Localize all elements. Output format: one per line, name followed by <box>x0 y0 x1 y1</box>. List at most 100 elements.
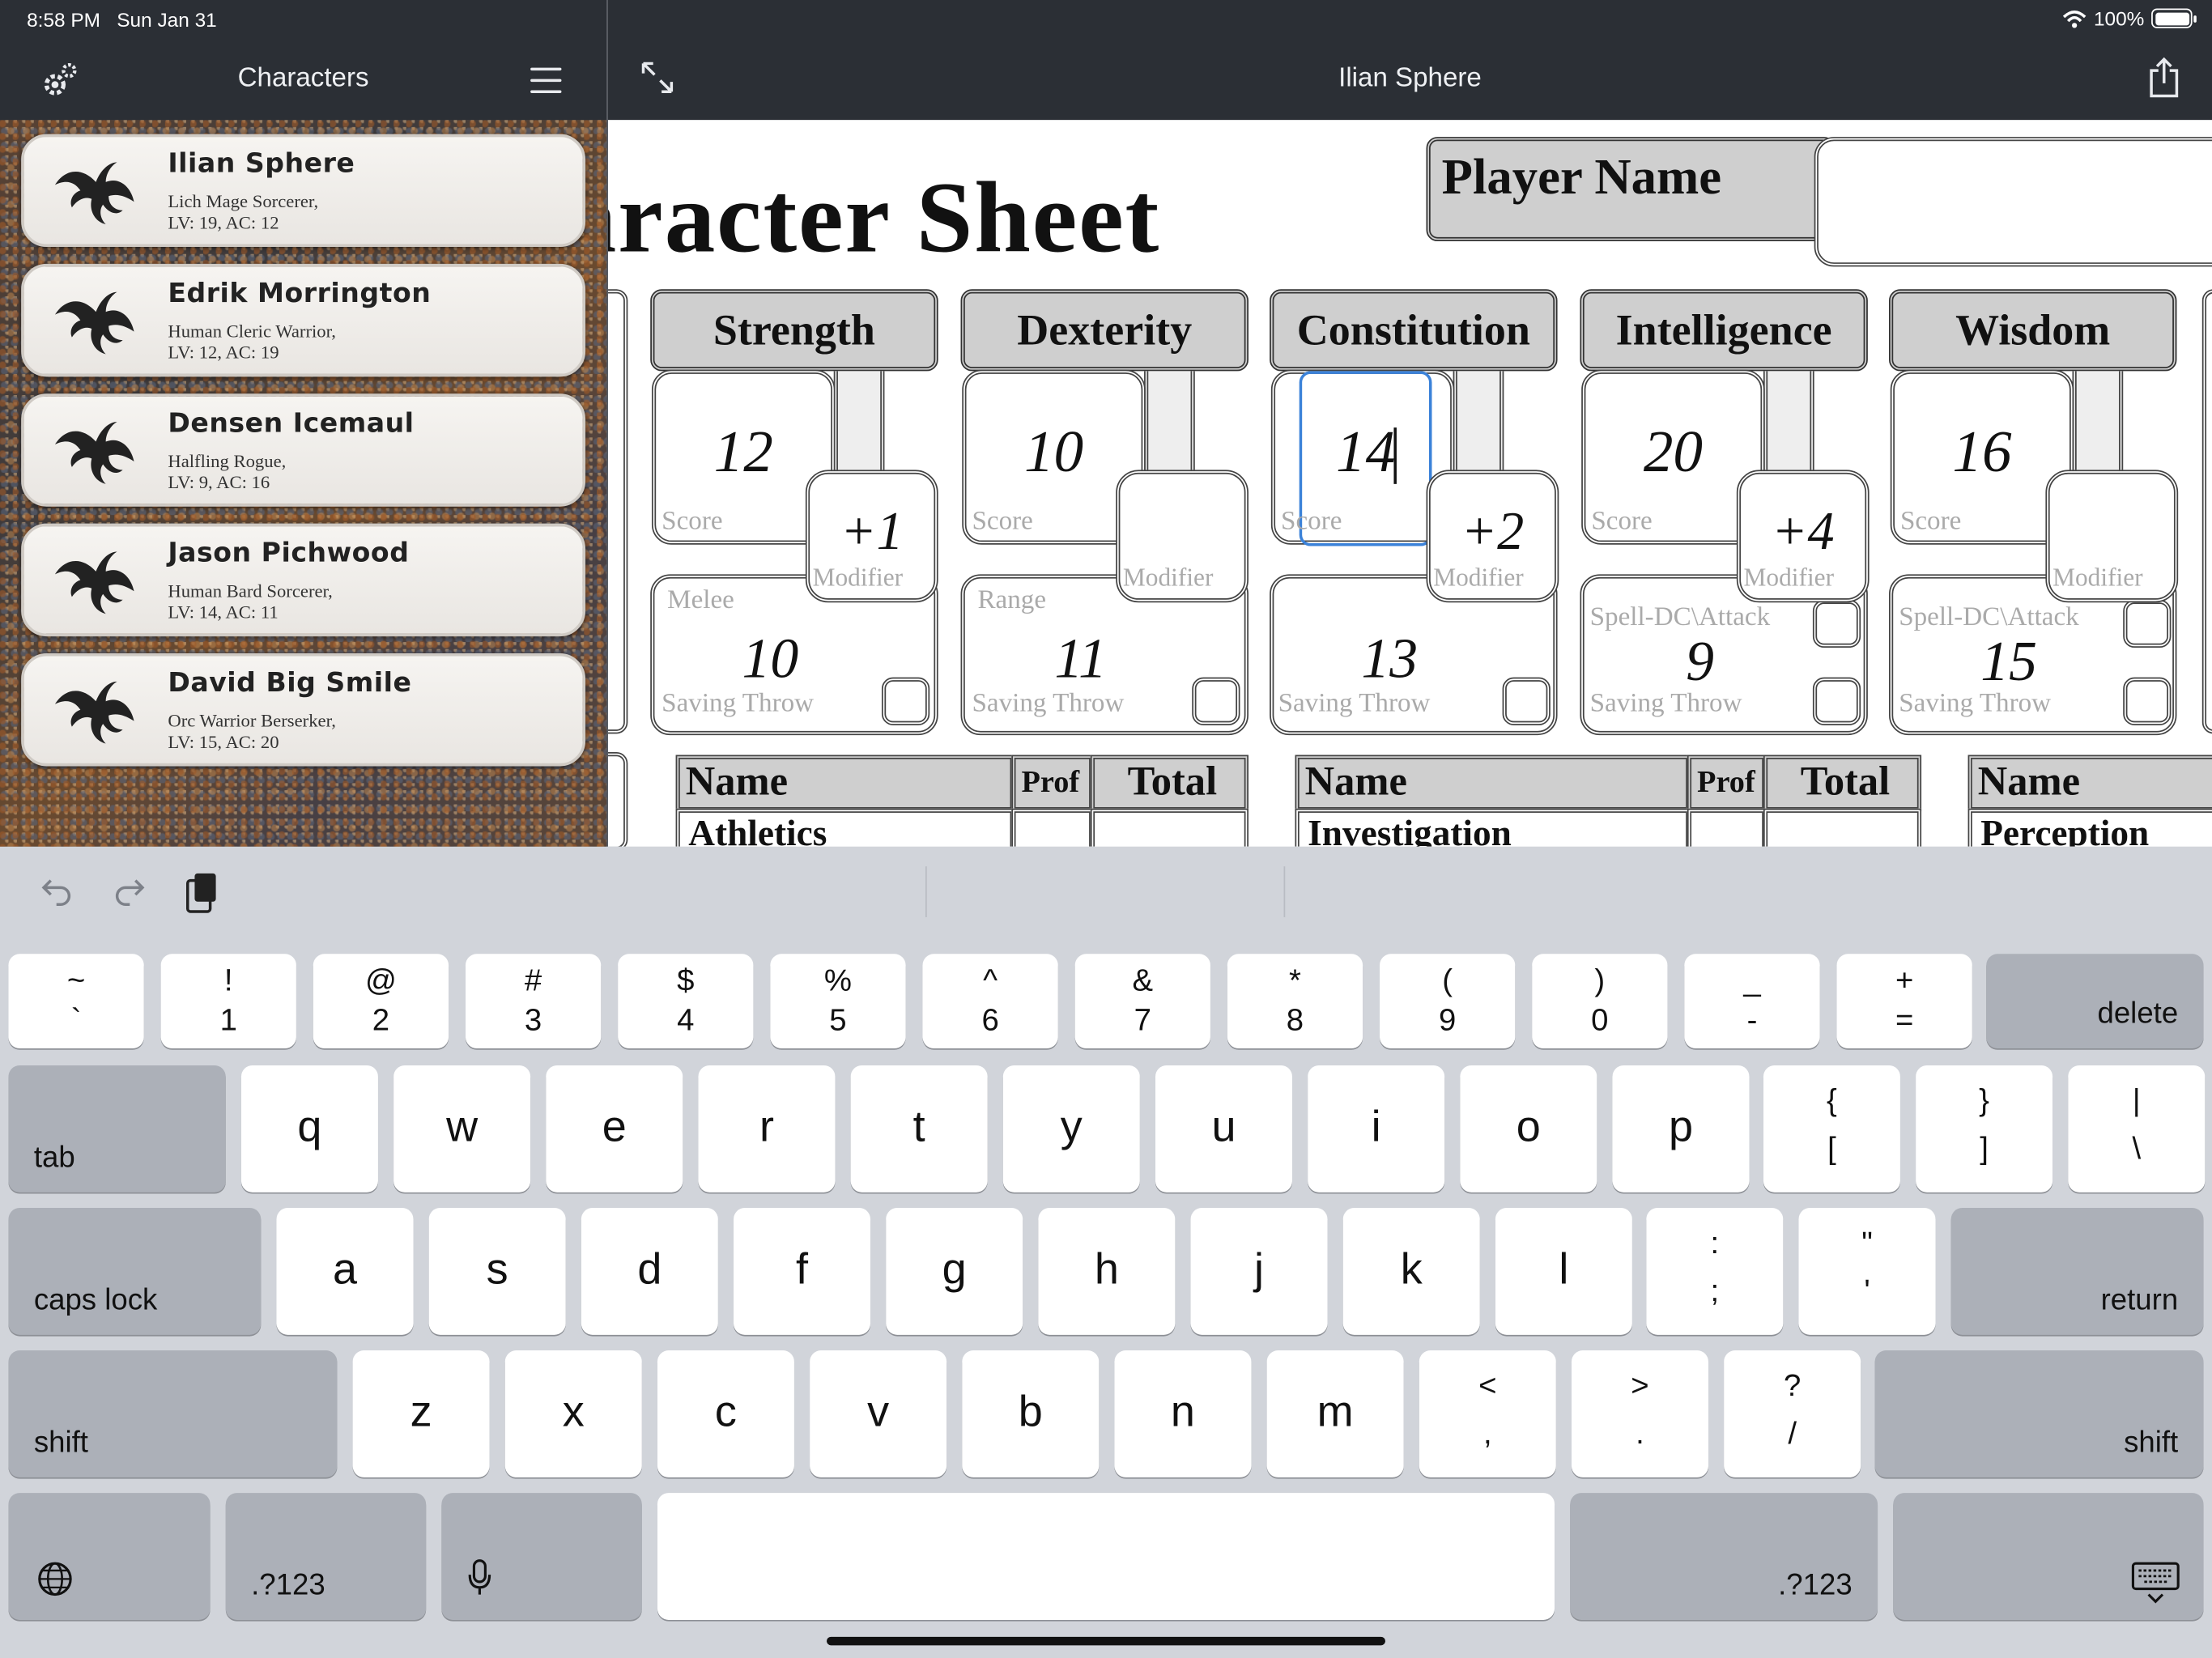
key-f[interactable]: f <box>734 1207 871 1335</box>
skill-total-cell[interactable] <box>1090 808 1249 847</box>
key-d[interactable]: d <box>581 1207 718 1335</box>
proficiency-checkbox[interactable] <box>1192 677 1240 725</box>
skill-prof-cell[interactable] <box>1011 808 1094 847</box>
character-card-ilian-sphere[interactable]: Ilian Sphere Lich Mage Sorcerer, LV: 19, … <box>21 134 586 248</box>
key-top-label: | <box>2132 1082 2141 1118</box>
character-card-jason-pichwood[interactable]: Jason Pichwood Human Bard Sorcerer, LV: 1… <box>21 523 586 637</box>
key-label: c <box>714 1386 737 1436</box>
numbers-key-right[interactable]: .?123 <box>1570 1493 1878 1620</box>
key-x[interactable]: x <box>504 1350 642 1477</box>
redo-icon[interactable] <box>113 875 147 909</box>
key-i[interactable]: i <box>1308 1065 1445 1192</box>
tab-key[interactable]: tab <box>8 1065 226 1192</box>
key-y[interactable]: y <box>1002 1065 1140 1192</box>
key-j[interactable]: j <box>1190 1207 1328 1335</box>
share-icon[interactable] <box>2147 57 2181 99</box>
globe-key[interactable] <box>8 1493 211 1620</box>
key-p[interactable]: p <box>1612 1065 1750 1192</box>
key-label: p <box>1668 1101 1694 1151</box>
key-label: h <box>1094 1244 1119 1294</box>
dragon-icon <box>54 681 134 744</box>
key-c[interactable]: c <box>657 1350 794 1477</box>
spell-checkbox[interactable] <box>2123 599 2172 648</box>
key-2-row1[interactable]: @2 <box>313 954 449 1049</box>
key-sym-row2-2[interactable]: | \ <box>2068 1065 2206 1192</box>
key-bottom-label: - <box>1746 1001 1758 1038</box>
key-sym-row2-1[interactable]: }] <box>1916 1065 2053 1192</box>
skill-name-cell[interactable]: Investigation <box>1295 808 1691 847</box>
return-key[interactable]: return <box>1950 1207 2204 1335</box>
key-top-label: ^ <box>983 962 998 998</box>
character-card-david-big-smile[interactable]: David Big Smile Orc Warrior Berserker, LV… <box>21 653 586 767</box>
key-7-row1[interactable]: & 7 <box>1074 954 1210 1049</box>
key-o[interactable]: o <box>1460 1065 1597 1192</box>
character-card-densen-icemaul[interactable]: Densen Icemaul Halfling Rogue, LV: 9, AC:… <box>21 393 586 507</box>
dictation-key[interactable] <box>441 1493 642 1620</box>
key-sym-row2-0[interactable]: {[ <box>1763 1065 1900 1192</box>
key-9-row1[interactable]: (9 <box>1380 954 1516 1049</box>
key-w[interactable]: w <box>393 1065 531 1192</box>
proficiency-checkbox[interactable] <box>1812 677 1861 725</box>
text-caret <box>1393 427 1397 484</box>
undo-icon[interactable] <box>40 875 74 909</box>
key-r[interactable]: r <box>698 1065 836 1192</box>
key-bottom-label: \ <box>2132 1130 2142 1166</box>
skill-total-cell[interactable] <box>1763 808 1922 847</box>
dismiss-keyboard-key[interactable] <box>1893 1493 2204 1620</box>
key-n[interactable]: n <box>1114 1350 1252 1477</box>
key-4-row1[interactable]: $4 <box>618 954 754 1049</box>
key-k[interactable]: k <box>1342 1207 1480 1335</box>
proficiency-checkbox[interactable] <box>881 677 930 725</box>
key-sym-row3-0[interactable]: :; <box>1646 1207 1784 1335</box>
key-z[interactable]: z <box>352 1350 490 1477</box>
key-12-row1[interactable]: + = <box>1836 954 1972 1049</box>
key-sym-row4-1[interactable]: >. <box>1571 1350 1708 1477</box>
key-h[interactable]: h <box>1038 1207 1176 1335</box>
key-3-row1[interactable]: #3 <box>465 954 602 1049</box>
numbers-key-left[interactable]: .?123 <box>225 1493 427 1620</box>
key-l[interactable]: l <box>1495 1207 1632 1335</box>
key-sym-row4-0[interactable]: <, <box>1419 1350 1556 1477</box>
key-sym-row3-1[interactable]: " ' <box>1798 1207 1936 1335</box>
skill-name-cell[interactable]: Athletics <box>675 808 1015 847</box>
player-name-field[interactable] <box>1814 137 2212 267</box>
delete-key[interactable]: delete <box>1986 954 2204 1049</box>
skill-prof-cell[interactable] <box>1687 808 1767 847</box>
key-sym-row4-2[interactable]: ? / <box>1724 1350 1861 1477</box>
key-6-row1[interactable]: ^ 6 <box>922 954 1058 1049</box>
key-1-row1[interactable]: ! 1 <box>160 954 296 1049</box>
key-s[interactable]: s <box>428 1207 566 1335</box>
character-card-edrik-morrington[interactable]: Edrik Morrington Human Cleric Warrior, LV… <box>21 263 586 377</box>
key-a[interactable]: a <box>276 1207 414 1335</box>
proficiency-checkbox[interactable] <box>1502 677 1551 725</box>
key-e[interactable]: e <box>546 1065 683 1192</box>
key-g[interactable]: g <box>886 1207 1023 1335</box>
skill-name-cell[interactable]: Perception <box>1967 808 2212 847</box>
key-q[interactable]: q <box>240 1065 378 1192</box>
proficiency-checkbox[interactable] <box>2123 677 2172 725</box>
menu-icon[interactable] <box>530 67 562 102</box>
shift-right-key[interactable]: shift <box>1874 1350 2204 1477</box>
spell-checkbox[interactable] <box>1812 599 1861 648</box>
score-label: Score <box>1591 506 1653 537</box>
save-value: 9 <box>1686 629 1714 693</box>
space-key[interactable] <box>657 1493 1555 1620</box>
caps-lock-key[interactable]: caps lock <box>8 1207 262 1335</box>
save-label: Saving Throw <box>661 688 815 719</box>
key-11-row1[interactable]: _ - <box>1684 954 1820 1049</box>
key-v[interactable]: v <box>810 1350 947 1477</box>
key-10-row1[interactable]: ) 0 <box>1532 954 1668 1049</box>
key-8-row1[interactable]: * 8 <box>1227 954 1363 1049</box>
score-label: Score <box>1281 506 1342 537</box>
key-label: b <box>1018 1386 1043 1436</box>
shift-left-key[interactable]: shift <box>8 1350 338 1477</box>
key-0-row1[interactable]: ~ ` <box>8 954 144 1049</box>
character-name: Edrik Morrington <box>168 278 432 309</box>
key-u[interactable]: u <box>1155 1065 1292 1192</box>
key-b[interactable]: b <box>962 1350 1100 1477</box>
key-m[interactable]: m <box>1266 1350 1404 1477</box>
key-t[interactable]: t <box>850 1065 988 1192</box>
paste-icon[interactable] <box>184 869 220 915</box>
key-5-row1[interactable]: % 5 <box>770 954 906 1049</box>
sidebar: Characters Ilian Sphere Lich Mage Sorcer… <box>0 0 607 847</box>
